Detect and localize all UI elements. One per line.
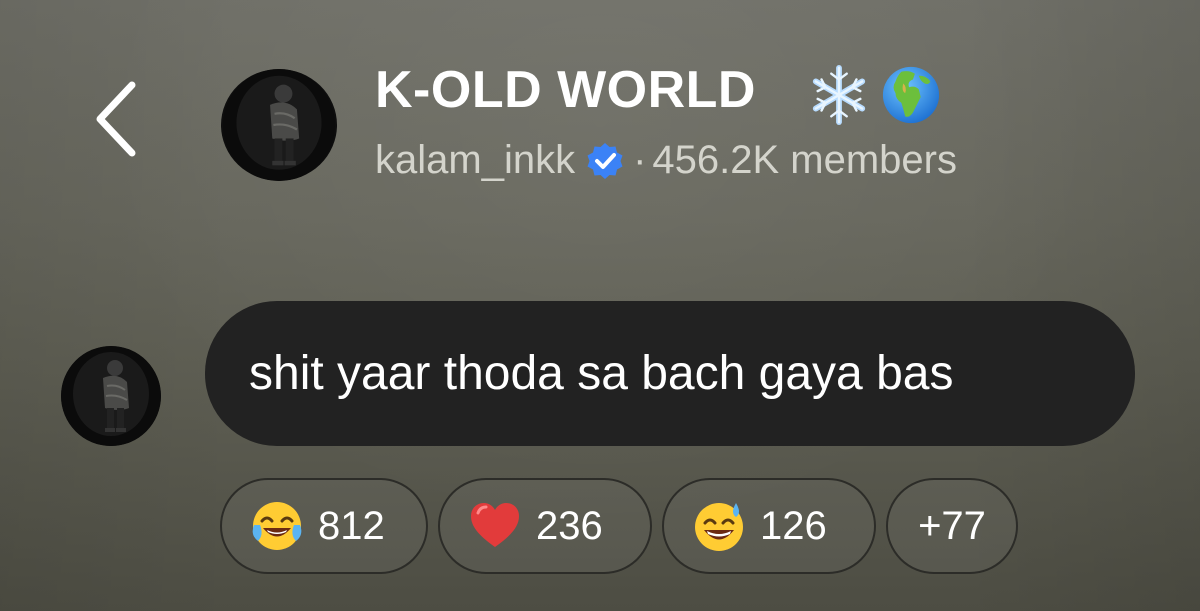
tears-of-joy-icon — [252, 502, 302, 550]
avatar-image — [223, 69, 335, 181]
chevron-left-icon — [96, 81, 136, 157]
message-text: shit yaar thoda sa bach gaya bas — [249, 347, 954, 400]
owner-handle[interactable]: kalam_inkk — [375, 138, 575, 183]
channel-title[interactable]: K-OLD WORLD — [375, 60, 756, 120]
reactions-bar: 812 236 126 +77 — [220, 478, 1018, 574]
back-button[interactable] — [82, 74, 152, 164]
sender-avatar[interactable] — [61, 346, 161, 446]
grinning-sweat-icon — [695, 503, 743, 551]
snowflake-icon — [812, 64, 866, 126]
globe-icon — [882, 66, 940, 124]
channel-subtitle: kalam_inkk · 456.2K members — [375, 138, 957, 183]
reaction-more[interactable]: +77 — [886, 478, 1018, 574]
reaction-count: 236 — [536, 503, 603, 548]
reaction-heart[interactable]: 236 — [438, 478, 652, 574]
channel-avatar[interactable] — [221, 69, 337, 181]
reaction-count: 126 — [760, 503, 827, 548]
reaction-sweat-smile[interactable]: 126 — [662, 478, 876, 574]
verified-badge-icon — [587, 142, 623, 179]
reaction-count: +77 — [918, 503, 986, 548]
avatar-image — [61, 346, 161, 446]
member-count: 456.2K members — [652, 138, 957, 182]
separator-dot: · — [633, 138, 647, 182]
red-heart-icon — [471, 503, 519, 547]
reaction-laughing[interactable]: 812 — [220, 478, 428, 574]
reaction-count: 812 — [318, 503, 385, 548]
message-bubble[interactable]: shit yaar thoda sa bach gaya bas — [205, 301, 1135, 446]
